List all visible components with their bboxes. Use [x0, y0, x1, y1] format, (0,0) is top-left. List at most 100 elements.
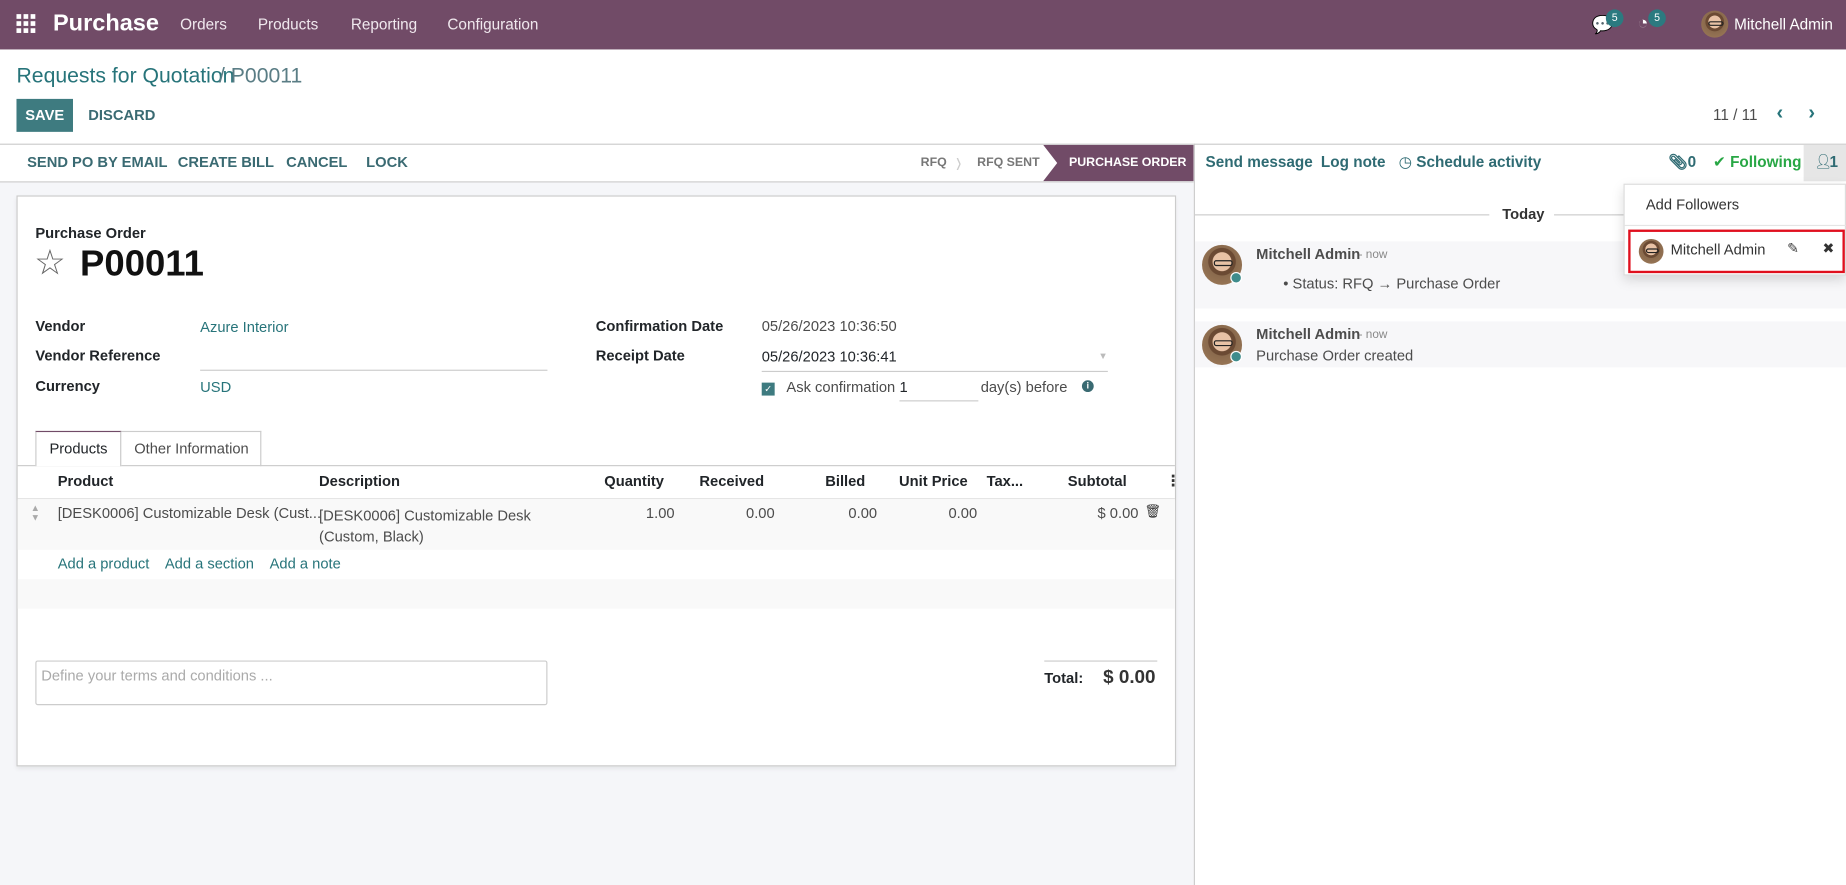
delete-row-trash-icon[interactable]: 🗑: [1144, 504, 1160, 519]
clock-icon: ◷: [1398, 153, 1412, 171]
schedule-activity-label: Schedule activity: [1416, 153, 1542, 171]
row-unit-price[interactable]: 0.00: [883, 505, 977, 521]
ask-days-input[interactable]: 1: [899, 379, 979, 402]
menu-configuration[interactable]: Configuration: [447, 15, 538, 33]
favorite-star-icon[interactable]: ☆: [34, 243, 66, 284]
remove-follower-close-icon[interactable]: ✖: [1822, 240, 1834, 256]
add-product-link[interactable]: Add a product: [58, 556, 150, 572]
message-author[interactable]: Mitchell Admin: [1256, 246, 1360, 262]
date-separator: Today: [1502, 206, 1545, 223]
stage-chevron-icon: ›: [956, 143, 962, 179]
lock-button[interactable]: LOCK: [366, 154, 408, 170]
tab-products-label: Products: [49, 440, 108, 457]
total-label: Total:: [1044, 669, 1084, 687]
edit-follower-pencil-icon[interactable]: ✎: [1787, 240, 1799, 256]
breadcrumb-current-label: P00011: [230, 63, 303, 88]
row-description-line2: (Custom, Black): [319, 528, 424, 546]
apps-menu-icon[interactable]: [16, 14, 36, 33]
following-label: Following: [1730, 153, 1802, 171]
followers-button[interactable]: 👤︎ 1: [1803, 144, 1846, 182]
terms-textarea[interactable]: Define your terms and conditions ...: [35, 660, 548, 706]
column-subtotal[interactable]: Subtotal: [1032, 473, 1127, 489]
stage-rfq[interactable]: RFQ: [921, 155, 947, 169]
today-separator-line: [1194, 214, 1490, 216]
add-followers-item[interactable]: Add Followers: [1646, 197, 1739, 213]
vendor-label: Vendor: [35, 317, 86, 335]
info-icon[interactable]: i: [1081, 380, 1094, 393]
app-name[interactable]: Purchase: [53, 11, 159, 38]
row-product[interactable]: [DESK0006] Customizable Desk (Cust...: [58, 505, 321, 521]
column-taxes[interactable]: Tax...: [987, 473, 1024, 489]
menu-products[interactable]: Products: [258, 15, 318, 33]
add-section-link[interactable]: Add a section: [165, 556, 254, 572]
message-time: - now: [1358, 328, 1388, 342]
column-received[interactable]: Received: [670, 473, 764, 489]
receipt-date-caret-icon[interactable]: ▼: [1098, 351, 1107, 362]
vendor-reference-input[interactable]: [200, 347, 548, 371]
row-billed[interactable]: 0.00: [783, 505, 877, 521]
message-body: Purchase Order created: [1256, 347, 1414, 364]
schedule-activity-button[interactable]: ◷ Schedule activity: [1399, 153, 1542, 172]
currency-label: Currency: [35, 377, 100, 395]
row-subtotal: $ 0.00: [1097, 505, 1139, 522]
breadcrumb-current: / P00011: [219, 64, 302, 89]
row-quantity[interactable]: 1.00: [580, 505, 675, 521]
breadcrumb-parent[interactable]: Requests for Quotation: [16, 64, 234, 89]
follower-name[interactable]: Mitchell Admin: [1671, 241, 1766, 257]
user-menu[interactable]: Mitchell Admin: [1734, 15, 1833, 33]
check-icon: ✔: [1712, 153, 1726, 171]
column-unit-price[interactable]: Unit Price: [874, 473, 968, 489]
column-description[interactable]: Description: [319, 473, 400, 489]
menu-reporting[interactable]: Reporting: [351, 15, 417, 33]
vendor-reference-label: Vendor Reference: [35, 347, 161, 364]
cancel-button[interactable]: CANCEL: [286, 154, 347, 170]
tab-other-information[interactable]: Other Information: [120, 430, 262, 467]
add-note-link[interactable]: Add a note: [270, 556, 341, 572]
pager-value[interactable]: 11 / 11: [1713, 106, 1758, 124]
top-navbar: Purchase Orders Products Reporting Confi…: [0, 0, 1846, 50]
tab-other-information-label: Other Information: [134, 440, 249, 457]
stage-purchase-order-label: PURCHASE ORDER: [1068, 155, 1187, 170]
send-po-by-email-button[interactable]: SEND PO BY EMAIL: [27, 154, 167, 170]
following-button[interactable]: ✔ Following: [1713, 153, 1802, 172]
confirmation-date-label: Confirmation Date: [595, 317, 724, 335]
order-name: P00011: [80, 242, 204, 284]
column-product[interactable]: Product: [58, 473, 114, 489]
pager-next-icon[interactable]: ›: [1808, 101, 1815, 125]
stage-rfq-sent[interactable]: RFQ SENT: [977, 155, 1040, 169]
follower-item[interactable]: Mitchell Admin ✎ ✖: [1628, 229, 1845, 274]
stage-purchase-order[interactable]: PURCHASE ORDER: [1043, 144, 1194, 182]
pager-previous-icon[interactable]: ‹: [1777, 101, 1784, 125]
optional-columns-kebab-icon[interactable]: ⋮: [1166, 472, 1181, 491]
ask-confirmation-checkbox[interactable]: ✓: [761, 382, 775, 396]
breadcrumb-separator: /: [218, 63, 231, 88]
activities-icon[interactable]: ◔: [1638, 13, 1649, 33]
save-button[interactable]: SAVE: [16, 98, 73, 132]
messages-badge: 5: [1605, 9, 1624, 28]
row-description[interactable]: [DESK0006] Customizable Desk (Custom, Bl…: [319, 505, 531, 547]
menu-orders[interactable]: Orders: [180, 15, 227, 33]
row-received[interactable]: 0.00: [680, 505, 775, 521]
discard-button[interactable]: DISCARD: [88, 107, 155, 123]
create-bill-button[interactable]: CREATE BILL: [178, 154, 274, 170]
message-author[interactable]: Mitchell Admin: [1256, 326, 1360, 342]
tab-products[interactable]: Products: [35, 430, 122, 467]
currency-field[interactable]: USD: [200, 379, 231, 395]
row-description-line1: [DESK0006] Customizable Desk: [319, 507, 531, 524]
log-note-button[interactable]: Log note: [1321, 153, 1386, 171]
followers-count: 1: [1829, 153, 1839, 171]
attachments-button[interactable]: 📎︎0: [1668, 153, 1696, 172]
user-avatar[interactable]: [1701, 10, 1729, 38]
message-body: • Status: RFQ → Purchase Order: [1283, 275, 1501, 292]
send-message-button[interactable]: Send message: [1206, 153, 1313, 171]
attachments-count: 0: [1687, 153, 1697, 171]
total-value: $ 0.00: [1103, 667, 1156, 688]
vendor-field[interactable]: Azure Interior: [200, 319, 288, 335]
paperclip-icon: 📎︎: [1668, 153, 1688, 171]
receipt-date-input[interactable]: 05/26/2023 10:36:41: [761, 348, 1108, 373]
column-quantity[interactable]: Quantity: [570, 473, 664, 489]
row-drag-handle-icon[interactable]: ▲ ▼: [31, 503, 40, 523]
column-billed[interactable]: Billed: [771, 473, 865, 489]
message-time: - now: [1358, 248, 1388, 262]
terms-placeholder: Define your terms and conditions ...: [41, 667, 273, 685]
